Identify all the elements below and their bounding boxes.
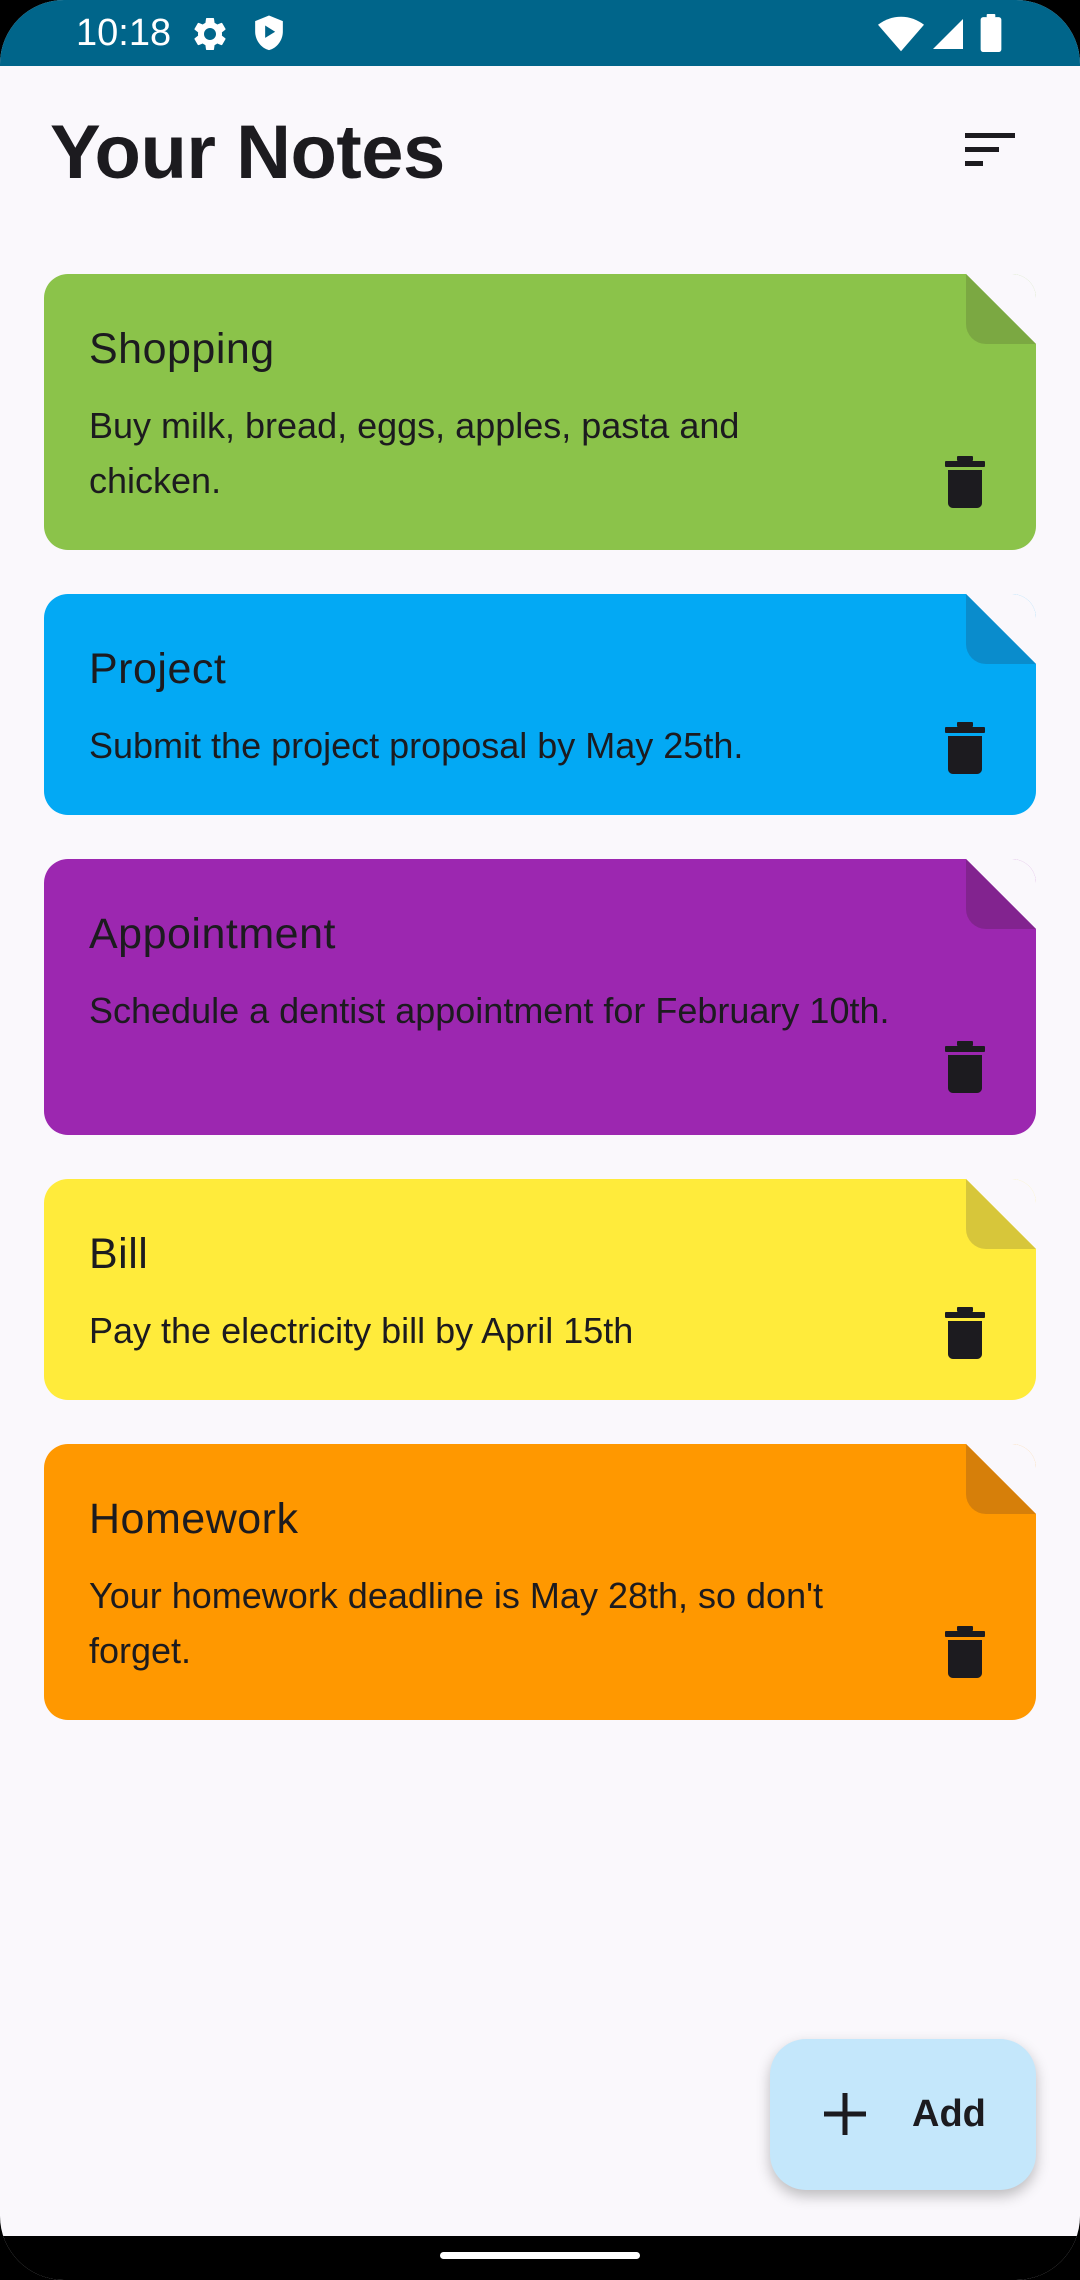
plus-icon	[822, 2091, 868, 2142]
note-title: Appointment	[89, 910, 336, 958]
trash-icon	[945, 1625, 985, 1683]
note-card-homework[interactable]: Homework Your homework deadline is May 2…	[44, 1444, 1036, 1720]
screen: 10:18 Your Notes Shopping Buy milk, brea…	[0, 0, 1080, 2280]
home-gesture-handle[interactable]	[440, 2252, 640, 2259]
note-content: Buy milk, bread, eggs, apples, pasta and…	[89, 405, 740, 501]
note-card-appointment[interactable]: Appointment Schedule a dentist appointme…	[44, 859, 1036, 1135]
add-note-button[interactable]: Add	[770, 2039, 1036, 2190]
settings-gear-icon	[190, 14, 230, 59]
notes-list: Shopping Buy milk, bread, eggs, apples, …	[44, 274, 1036, 1764]
note-title: Project	[89, 645, 227, 693]
delete-note-button[interactable]	[937, 454, 993, 514]
trash-icon	[945, 1040, 985, 1098]
cell-signal-icon	[930, 16, 966, 57]
note-title: Bill	[89, 1230, 149, 1278]
note-content: Pay the electricity bill by April 15th	[89, 1310, 634, 1351]
sort-button[interactable]	[950, 112, 1030, 192]
note-content: Your homework deadline is May 28th, so d…	[89, 1575, 823, 1671]
trash-icon	[945, 721, 985, 779]
status-time: 10:18	[76, 12, 172, 54]
delete-note-button[interactable]	[937, 1305, 993, 1365]
note-content: Submit the project proposal by May 25th.	[89, 725, 744, 766]
wifi-icon	[878, 16, 924, 57]
page-title: Your Notes	[50, 110, 445, 195]
delete-note-button[interactable]	[937, 720, 993, 780]
navigation-bar	[0, 2236, 1080, 2280]
trash-icon	[945, 455, 985, 513]
trash-icon	[945, 1306, 985, 1364]
sort-lines-icon	[963, 130, 1017, 175]
battery-icon	[980, 14, 1002, 57]
note-content: Schedule a dentist appointment for Febru…	[89, 990, 890, 1031]
note-card-shopping[interactable]: Shopping Buy milk, bread, eggs, apples, …	[44, 274, 1036, 550]
note-title: Shopping	[89, 325, 275, 373]
note-title: Homework	[89, 1495, 299, 1543]
note-card-project[interactable]: Project Submit the project proposal by M…	[44, 594, 1036, 815]
shield-play-icon	[250, 14, 288, 59]
status-bar: 10:18	[0, 0, 1080, 66]
delete-note-button[interactable]	[937, 1624, 993, 1684]
add-button-label: Add	[912, 2093, 986, 2135]
delete-note-button[interactable]	[937, 1039, 993, 1099]
note-card-bill[interactable]: Bill Pay the electricity bill by April 1…	[44, 1179, 1036, 1400]
